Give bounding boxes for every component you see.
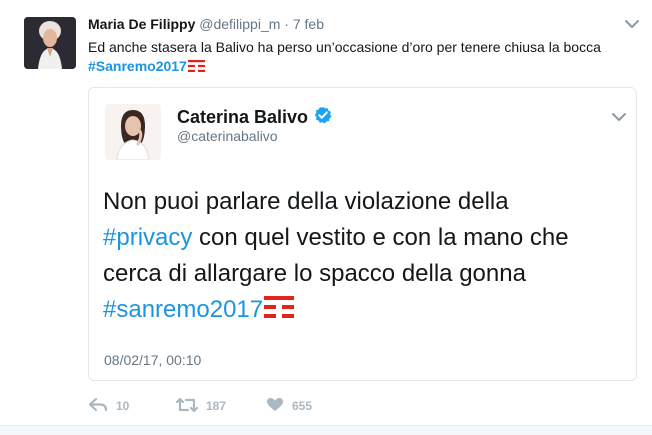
hashtag-sanremo2017[interactable]: #sanremo2017 (103, 296, 263, 323)
tweet-text: Ed anche stasera la Balivo ha perso un’o… (88, 38, 628, 77)
quoted-tweet[interactable]: Caterina Balivo @caterinabalivo Non puoi… (88, 87, 637, 381)
tweet-body: Ed anche stasera la Balivo ha perso un’o… (88, 39, 601, 55)
quoted-text-line-1: Non puoi parlare della violazione della (103, 188, 509, 215)
heart-icon (266, 397, 284, 415)
author-avatar[interactable] (24, 17, 76, 69)
author-name[interactable]: Maria De Filippy (88, 16, 195, 32)
tweet-header: Maria De Filippy @defilippi_m · 7 feb (88, 15, 324, 33)
tweet-actions: 10 187 655 (88, 397, 312, 415)
verified-badge-icon (314, 106, 332, 129)
quoted-author-handle[interactable]: @caterinabalivo (177, 128, 278, 144)
like-button[interactable]: 655 (266, 397, 312, 415)
quoted-timestamp[interactable]: 08/02/17, 00:10 (104, 352, 201, 368)
quoted-author-row: Caterina Balivo (177, 106, 332, 129)
retweet-icon (175, 397, 199, 415)
reply-count: 10 (116, 399, 130, 413)
quoted-chevron-down-icon[interactable] (611, 110, 627, 122)
tim-logo-icon (264, 293, 295, 329)
retweet-count: 187 (206, 399, 227, 413)
chevron-down-icon[interactable] (624, 17, 640, 29)
quoted-text-line-4: #sanremo2017 (103, 292, 623, 329)
author-handle[interactable]: @defilippi_m (199, 16, 280, 32)
reply-button[interactable]: 10 (88, 397, 176, 415)
quoted-author-name[interactable]: Caterina Balivo (177, 107, 308, 128)
quoted-author-avatar[interactable] (105, 104, 161, 160)
tim-logo-icon (187, 58, 205, 77)
quoted-text-line-2: #privacy con quel vestito e con la mano … (103, 220, 623, 256)
hashtag-privacy[interactable]: #privacy (103, 224, 192, 251)
reply-icon (88, 397, 108, 415)
quoted-text-line-2-rest: con quel vestito e con la mano che (192, 224, 569, 251)
hashtag-sanremo[interactable]: #Sanremo2017 (88, 58, 187, 74)
quoted-tweet-text: Non puoi parlare della violazione della … (103, 184, 623, 329)
like-count: 655 (292, 399, 313, 413)
separator-dot: · (284, 16, 289, 32)
tweet-date[interactable]: 7 feb (293, 16, 324, 32)
retweet-button[interactable]: 187 (175, 397, 266, 415)
quoted-text-line-3: cerca di allargare lo spacco della gonna (103, 260, 526, 287)
tweet-card[interactable]: Maria De Filippy @defilippi_m · 7 feb Ed… (0, 0, 652, 425)
